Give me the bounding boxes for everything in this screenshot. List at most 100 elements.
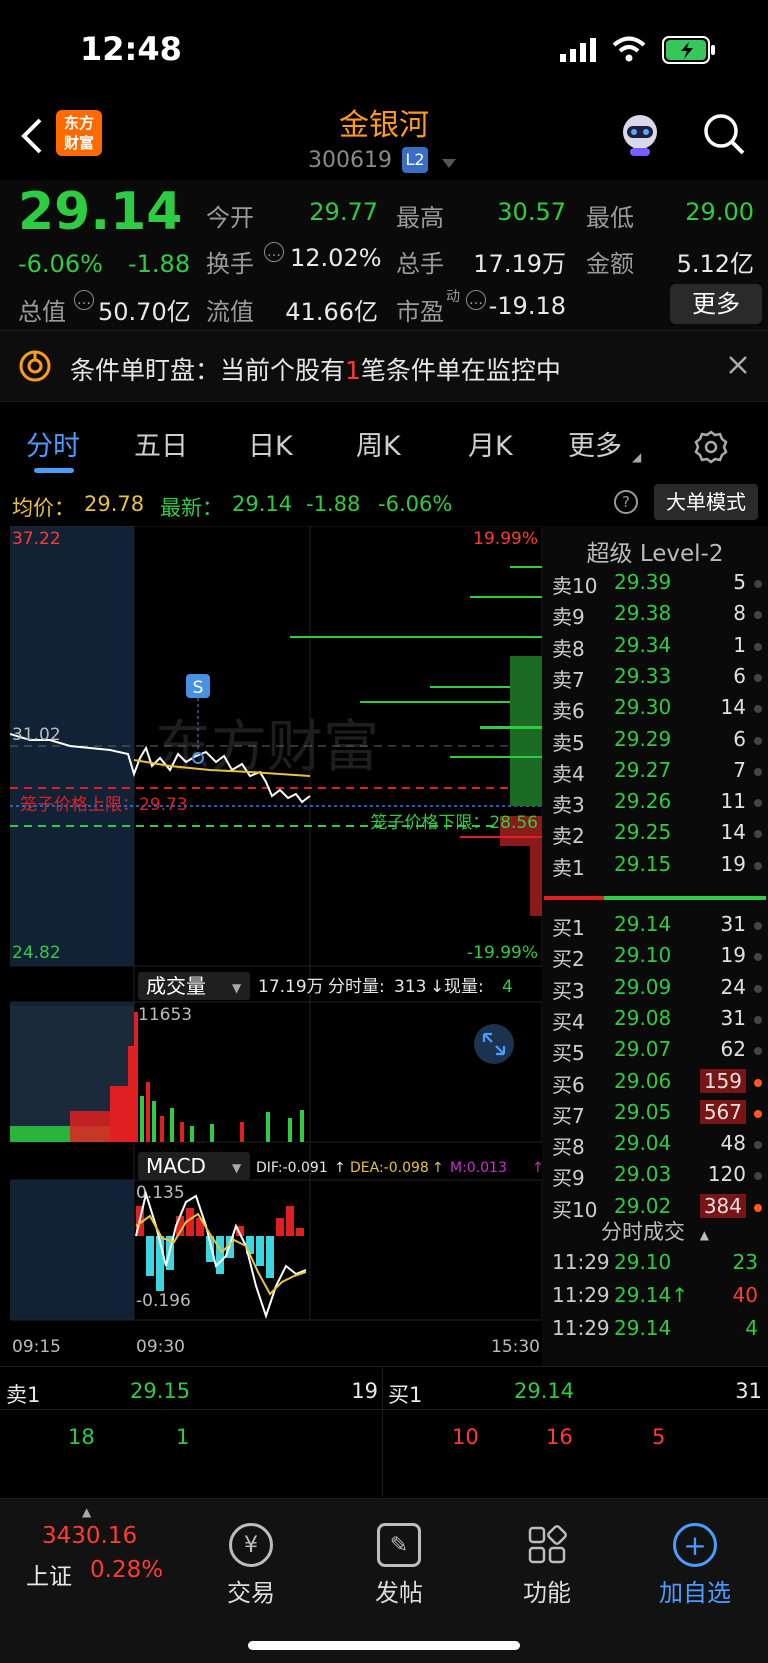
macd-selector[interactable]: MACD (146, 1154, 206, 1178)
pct-bottom-label: -19.99% (467, 943, 538, 963)
order-level-label: 卖9 (552, 605, 585, 630)
tab-monthly-k[interactable]: 月K (468, 424, 513, 463)
order-dot-icon (754, 984, 762, 993)
ask-row[interactable]: 卖6 29.30 14 (542, 695, 768, 726)
ask-row[interactable]: 卖1 29.15 19 (542, 852, 768, 883)
info-icon[interactable]: … (264, 242, 284, 262)
order-volume: 384 (699, 1193, 746, 1218)
edit-icon: ✎ (377, 1523, 421, 1567)
volume-selector[interactable]: 成交量 (146, 974, 206, 998)
tab-weekly-k[interactable]: 周K (356, 424, 401, 463)
nav-trade[interactable]: ¥ 交易 (176, 1509, 326, 1608)
sell1-vol: 19 (351, 1379, 378, 1403)
order-level-label: 买3 (552, 978, 585, 1003)
settings-icon[interactable] (694, 430, 728, 468)
tab-five-day[interactable]: 五日 (134, 424, 188, 463)
level-badge[interactable]: L2 (402, 147, 428, 173)
index-ticker[interactable]: ▲ 3430.16 上证 0.28% (0, 1499, 170, 1609)
order-level-label: 买5 (552, 1041, 585, 1066)
order-level-label: 买1 (552, 916, 585, 940)
bid-row[interactable]: 买7 29.05 567 (542, 1099, 768, 1131)
home-indicator (248, 1641, 520, 1650)
search-icon[interactable] (702, 112, 746, 160)
change-pct: -6.06% (18, 250, 103, 278)
info-icon[interactable]: … (466, 290, 486, 310)
nav-add-watchlist[interactable]: + 加自选 (620, 1509, 768, 1608)
mktcap-value: 50.70亿 (98, 298, 191, 326)
trades-title[interactable]: 分时成交 ▲ (542, 1216, 768, 1246)
banner-count: 1 (345, 356, 361, 385)
ask-row[interactable]: 卖8 29.34 1 (542, 633, 768, 664)
last-label: 最新： (160, 496, 223, 520)
nav-post[interactable]: ✎ 发帖 (324, 1509, 474, 1608)
ask-row[interactable]: 卖5 29.29 6 (542, 727, 768, 758)
order-level-label: 卖8 (552, 636, 585, 661)
nav-functions[interactable]: 功能 (472, 1509, 622, 1608)
bid-row[interactable]: 买9 29.03 120 (542, 1162, 768, 1193)
bottom-quote-strip: 卖1 29.15 19 买1 29.14 31 18 1 10 16 5 (0, 1366, 768, 1497)
ask-row[interactable]: 卖9 29.38 8 (542, 601, 768, 632)
trade-time: 11:29 (552, 1250, 610, 1274)
tab-intraday[interactable]: 分时 (26, 424, 80, 463)
ticker-up-icon: ▲ (82, 1505, 92, 1519)
sell-queue-item: 18 (68, 1425, 95, 1449)
grid-icon (525, 1523, 569, 1567)
ask-row[interactable]: 卖3 29.26 11 (542, 789, 768, 820)
order-price: 29.39 (614, 570, 672, 594)
open-label: 今开 (206, 204, 254, 232)
pe-label: 市盈 (396, 298, 444, 326)
robot-assistant-icon[interactable] (616, 110, 664, 162)
bid-row[interactable]: 买3 29.09 24 (542, 975, 768, 1006)
tab-more[interactable]: 更多 (568, 424, 622, 463)
dropdown-icon[interactable] (442, 154, 456, 173)
bid-row[interactable]: 买4 29.08 31 (542, 1006, 768, 1037)
high-label: 最高 (396, 204, 444, 232)
bid-row[interactable]: 买1 29.14 31 (542, 912, 768, 943)
more-button[interactable]: 更多 (670, 284, 762, 324)
bid-row[interactable]: 买6 29.06 159 (542, 1068, 768, 1100)
status-bar: 12:48 (0, 0, 768, 100)
order-price: 29.33 (614, 663, 672, 688)
volume-label: 总手 (396, 250, 444, 278)
big-order-mode-button[interactable]: 大单模式 (654, 484, 758, 520)
premarket-shade (10, 1180, 134, 1320)
order-volume: 48 (720, 1131, 746, 1156)
buy1-price: 29.14 (514, 1379, 575, 1403)
tab-daily-k[interactable]: 日K (248, 424, 293, 463)
order-volume: 14 (720, 820, 746, 845)
yen-icon: ¥ (229, 1523, 273, 1567)
order-dot-icon (754, 705, 762, 714)
index-value: 3430.16 (42, 1523, 138, 1549)
ask-row[interactable]: 卖10 29.39 5 (542, 570, 768, 601)
chart-area[interactable]: 东方财富 S 37.22 31.02 24.82 19.99% -19.99% … (9, 525, 544, 1366)
nav-post-label: 发帖 (375, 1579, 423, 1607)
cur-vol-value: 4 (502, 977, 513, 997)
minute-vol-label: 分时量: (328, 977, 385, 997)
bid-row[interactable]: 买8 29.04 48 (542, 1131, 768, 1162)
pct-top-label: 19.99% (473, 529, 538, 549)
close-icon[interactable] (728, 355, 748, 379)
order-dot-icon (754, 673, 762, 682)
bid-row[interactable]: 买2 29.10 19 (542, 943, 768, 974)
volume-bars (10, 1006, 304, 1142)
index-change: 0.28% (90, 1557, 164, 1583)
sell1-price: 29.15 (130, 1379, 191, 1403)
signal-icon (560, 38, 596, 66)
trade-vol: 23 (732, 1250, 758, 1274)
sell1-label: 卖1 (6, 1383, 41, 1407)
condition-order-banner[interactable]: 条件单盯盘：当前个股有1笔条件单在监控中 (0, 330, 768, 402)
quote-summary: 29.14 -6.06% -1.88 今开 29.77 最高 30.57 最低 … (0, 180, 768, 330)
buy1-label: 买1 (388, 1383, 423, 1407)
order-dot-icon (754, 830, 762, 839)
trade-time: 11:29 (552, 1283, 610, 1307)
ask-row[interactable]: 卖2 29.25 14 (542, 820, 768, 851)
info-icon[interactable]: … (74, 290, 94, 310)
ask-row[interactable]: 卖4 29.27 7 (542, 758, 768, 789)
help-icon[interactable]: ? (614, 490, 638, 514)
buy1-vol: 31 (735, 1379, 762, 1403)
ask-row[interactable]: 卖7 29.33 6 (542, 664, 768, 695)
order-price: 29.08 (614, 1005, 672, 1030)
bid-row[interactable]: 买5 29.07 62 (542, 1037, 768, 1068)
level2-title: 超级 Level-2 (586, 541, 724, 567)
banner-text: 条件单盯盘：当前个股有1笔条件单在监控中 (70, 351, 561, 387)
